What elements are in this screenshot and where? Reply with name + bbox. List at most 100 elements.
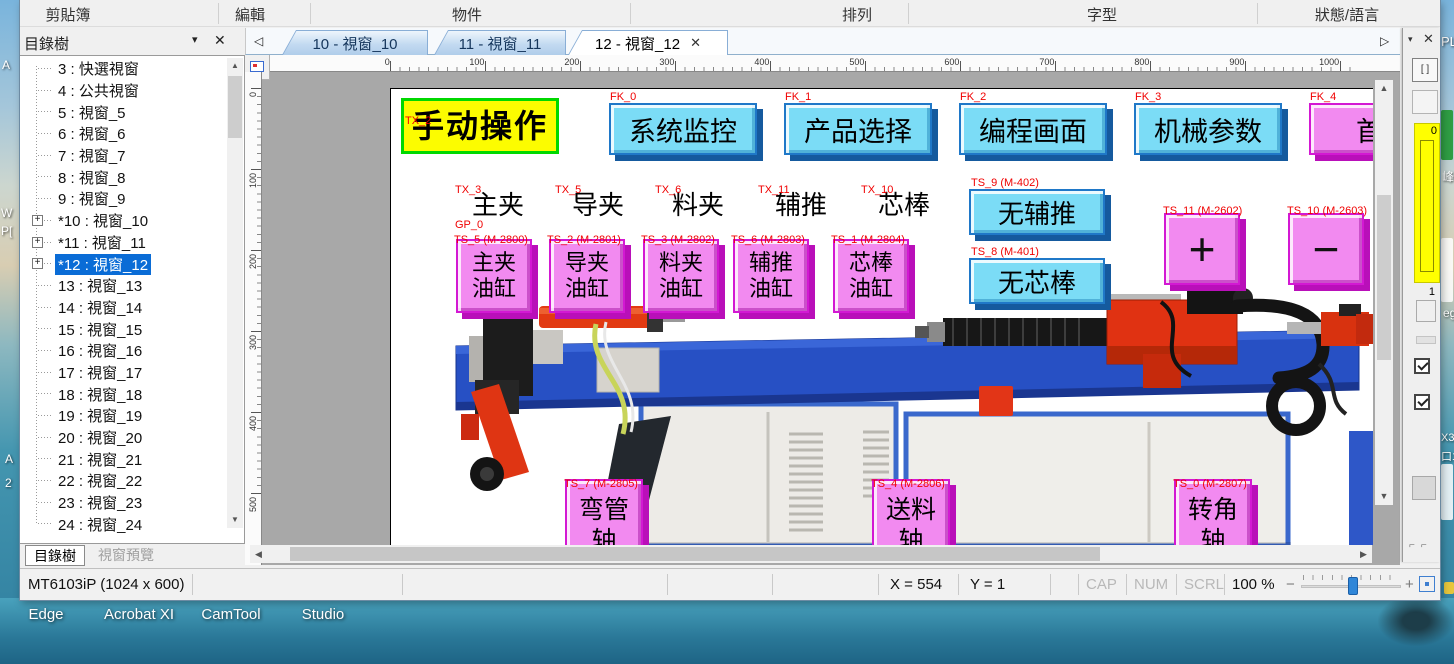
tree-item[interactable]: + 20 : 視窗_20 [22, 427, 224, 449]
checkbox-checked-icon[interactable] [1414, 358, 1430, 374]
desktop-icon-label[interactable]: CamTool [185, 606, 277, 623]
scrollbar-thumb[interactable] [1377, 195, 1391, 360]
hmi-nav-button[interactable]: FK_3 机械参数 [1134, 103, 1282, 155]
hmi-jog-button[interactable]: TS_10 (M-2603) − [1288, 213, 1364, 285]
object-tag: TS_1 (M-2804) [831, 235, 905, 246]
tree-item[interactable]: + 6 : 視窗_6 [22, 123, 224, 145]
tree-item[interactable]: + 3 : 快選視窗 [22, 58, 224, 80]
chevron-down-icon[interactable]: ▾ [192, 33, 198, 46]
checkbox-checked-icon[interactable] [1414, 394, 1430, 410]
fit-to-window-icon[interactable] [1419, 576, 1435, 592]
hmi-cylinder-button[interactable]: TS_6 (M-2803) 辅推 油缸 [733, 239, 809, 313]
hmi-aux-button[interactable]: TS_9 (M-402) 无辅推 [969, 189, 1105, 235]
desktop-icon-label[interactable]: Edge [0, 606, 92, 623]
gray-tool-button[interactable] [1412, 476, 1436, 500]
object-tag: TS_0 (M-2807) [1173, 479, 1247, 490]
tree-item[interactable]: + *11 : 視窗_11 [22, 232, 224, 254]
tab-close-icon[interactable]: ✕ [690, 35, 701, 51]
menu-item[interactable]: 狀態/語言 [1282, 4, 1412, 25]
tree-item[interactable]: + 8 : 視窗_8 [22, 166, 224, 188]
hmi-canvas[interactable]: 手动操作 TX_2 FK_0 系统监控 FK_1 产品选择 FK_2 编程画面 … [390, 88, 1373, 545]
scroll-left-icon[interactable]: ◀ [250, 545, 267, 563]
hmi-nav-button[interactable]: FK_4 首页 [1309, 103, 1373, 155]
panel-bottom-tab[interactable]: 目錄樹 [25, 545, 85, 566]
canvas-vertical-scrollbar[interactable]: ▲ ▼ [1375, 80, 1393, 505]
menu-item[interactable]: 物件 [422, 4, 512, 25]
tree-item[interactable]: + 18 : 視窗_18 [22, 383, 224, 405]
swatch-inner-outline [1420, 140, 1434, 272]
hmi-nav-button[interactable]: FK_2 编程画面 [959, 103, 1107, 155]
chevron-down-icon[interactable]: ▾ [1408, 34, 1413, 45]
tree-item-label: *10 : 視窗_10 [55, 210, 151, 231]
close-icon[interactable]: ✕ [1423, 31, 1434, 47]
tree-item[interactable]: + 19 : 視窗_19 [22, 405, 224, 427]
selection-tool-button[interactable]: [ ] [1412, 58, 1438, 82]
expand-plus-icon[interactable]: + [32, 215, 43, 226]
zoom-slider-thumb[interactable] [1348, 577, 1358, 595]
scroll-down-icon[interactable]: ▼ [1375, 488, 1393, 505]
hmi-text-label[interactable]: TX_10 芯棒 [849, 185, 959, 222]
tree-item[interactable]: + 21 : 視窗_21 [22, 448, 224, 470]
hmi-cylinder-button[interactable]: TS_5 (M-2800) 主夹 油缸 [456, 239, 532, 313]
blank-tool-button[interactable] [1412, 90, 1438, 114]
hmi-axis-button[interactable]: TS_7 (M-2805) 弯管 轴 [565, 479, 643, 545]
tree-item[interactable]: + 5 : 視窗_5 [22, 101, 224, 123]
hmi-aux-button[interactable]: TS_8 (M-401) 无芯棒 [969, 258, 1105, 304]
hmi-jog-button[interactable]: TS_11 (M-2602) + [1164, 213, 1240, 285]
expand-plus-icon[interactable]: + [32, 258, 43, 269]
zoom-out-icon[interactable]: − [1286, 576, 1295, 593]
hmi-cylinder-button[interactable]: TS_2 (M-2801) 导夹 油缸 [549, 239, 625, 313]
scrollbar-thumb[interactable] [290, 547, 1100, 561]
tab-scroll-left-icon[interactable]: ◁ [254, 34, 263, 48]
hmi-nav-button[interactable]: FK_1 产品选择 [784, 103, 932, 155]
hmi-cylinder-button[interactable]: TS_3 (M-2802) 料夹 油缸 [643, 239, 719, 313]
ruler-tick-label: 0 [385, 57, 390, 67]
tree-item[interactable]: + 4 : 公共視窗 [22, 80, 224, 102]
hmi-button-label: 产品选择 [804, 110, 912, 149]
tab-scroll-right-icon[interactable]: ▷ [1380, 34, 1389, 48]
scroll-right-icon[interactable]: ▶ [1355, 545, 1372, 563]
hmi-axis-button[interactable]: TS_4 (M-2806) 送料 轴 [872, 479, 950, 545]
hmi-text-label[interactable]: TX_3 主夹 [443, 185, 553, 222]
tree-item[interactable]: + 14 : 視窗_14 [22, 297, 224, 319]
tree-item[interactable]: + 7 : 視窗_7 [22, 145, 224, 167]
canvas-horizontal-scrollbar[interactable]: ◀ ▶ [250, 545, 1372, 563]
hmi-text-label[interactable]: TX_11 辅推 [746, 185, 856, 222]
object-tag: FK_0 [610, 92, 636, 103]
hmi-cylinder-button[interactable]: TS_1 (M-2804) 芯棒 油缸 [833, 239, 909, 313]
close-icon[interactable]: ✕ [214, 32, 226, 49]
tree-item[interactable]: + 23 : 視窗_23 [22, 492, 224, 514]
panel-bottom-tab[interactable]: 視窗預覽 [86, 545, 166, 566]
tree-item[interactable]: + 17 : 視窗_17 [22, 362, 224, 384]
hmi-axis-button[interactable]: TS_0 (M-2807) 转角 轴 [1174, 479, 1252, 545]
tree-item[interactable]: + 22 : 視窗_22 [22, 470, 224, 492]
tree-item[interactable]: + 9 : 視窗_9 [22, 188, 224, 210]
scroll-up-icon[interactable]: ▲ [1375, 80, 1393, 97]
tree-item[interactable]: + *12 : 視窗_12 [22, 253, 224, 275]
scroll-down-icon[interactable]: ▼ [227, 512, 243, 528]
scrollbar-thumb[interactable] [228, 76, 242, 138]
expand-plus-icon[interactable]: + [32, 237, 43, 248]
tree-item[interactable]: + 16 : 視窗_16 [22, 340, 224, 362]
menu-item[interactable]: 字型 [1057, 4, 1147, 25]
desktop-icon-label[interactable]: Acrobat XI [93, 606, 185, 623]
window-tab[interactable]: 12 - 視窗_12 ✕ [568, 30, 728, 55]
zoom-in-icon[interactable]: + [1405, 576, 1414, 593]
tree-item[interactable]: + 13 : 視窗_13 [22, 275, 224, 297]
window-tab[interactable]: 10 - 視窗_10 ✕ [282, 30, 428, 55]
menu-item[interactable]: 剪貼簿 [22, 4, 114, 25]
menu-item[interactable]: 排列 [812, 4, 902, 25]
hmi-text-label[interactable]: TX_5 导夹 [543, 185, 653, 222]
window-tab[interactable]: 11 - 視窗_11 ✕ [434, 30, 566, 55]
tree-item[interactable]: + 24 : 視窗_24 [22, 513, 224, 535]
hmi-text-label[interactable]: TX_6 料夹 [643, 185, 753, 222]
tree-item[interactable]: + *10 : 視窗_10 [22, 210, 224, 232]
scroll-up-icon[interactable]: ▲ [227, 58, 243, 74]
desktop-icon-label[interactable]: Studio [277, 606, 369, 623]
hmi-nav-button[interactable]: FK_0 系统监控 [609, 103, 757, 155]
state-one-swatch[interactable] [1416, 300, 1436, 322]
state-color-swatch[interactable]: 0 [1414, 123, 1440, 283]
tree-item[interactable]: + 15 : 視窗_15 [22, 318, 224, 340]
desktop-text-fragment: A [5, 452, 13, 466]
tree-scrollbar[interactable]: ▲ ▼ [227, 58, 243, 528]
